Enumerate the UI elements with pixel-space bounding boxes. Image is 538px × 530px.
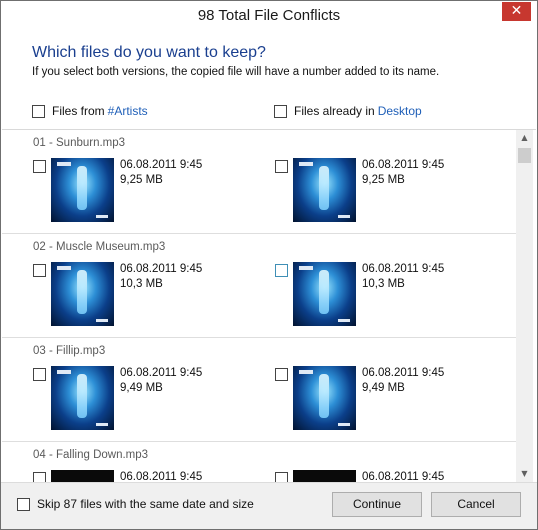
file-name: 02 - Muscle Museum.mp3 [33,241,166,253]
file-date: 06.08.2011 9:45 [120,263,203,275]
keep-destination-checkbox[interactable] [275,160,288,173]
conflict-item: 03 - Fillip.mp3 06.08.2011 9:45 9,49 MB … [2,338,516,442]
chevron-down-icon[interactable]: ▼ [516,466,533,482]
select-all-source-checkbox[interactable] [32,104,45,118]
conflict-item: 04 - Falling Down.mp3 06.08.2011 9:45 06… [2,442,516,482]
vertical-scrollbar[interactable]: ▲ ▼ [516,130,533,482]
select-all-destination[interactable]: Files already in Desktop [274,104,422,118]
keep-source-checkbox[interactable] [33,472,46,482]
file-name: 01 - Sunburn.mp3 [33,137,126,149]
file-date: 06.08.2011 9:45 [120,159,203,171]
dialog-question: Which files do you want to keep? [32,44,266,61]
scrollbar-thumb[interactable] [518,148,531,163]
file-date: 06.08.2011 9:45 [362,367,445,379]
source-version[interactable]: 06.08.2011 9:45 [33,470,273,482]
album-art-thumbnail [51,262,114,326]
album-art-thumbnail [51,470,114,482]
title-bar: 98 Total File Conflicts ✕ [1,1,537,32]
continue-button[interactable]: Continue [332,492,422,517]
album-art-thumbnail [293,470,356,482]
keep-destination-checkbox[interactable] [275,264,288,277]
source-folder-link[interactable]: #Artists [108,104,148,118]
keep-source-checkbox[interactable] [33,264,46,277]
close-icon: ✕ [510,3,523,19]
skip-identical-label: Skip 87 files with the same date and siz… [37,497,254,511]
file-date: 06.08.2011 9:45 [362,471,445,482]
source-version[interactable]: 06.08.2011 9:45 9,49 MB [33,366,273,432]
file-size: 9,49 MB [362,382,405,394]
file-size: 9,25 MB [120,174,163,186]
skip-identical-checkbox[interactable] [17,497,30,511]
conflict-list: 01 - Sunburn.mp3 06.08.2011 9:45 9,25 MB… [2,130,516,482]
file-date: 06.08.2011 9:45 [362,159,445,171]
window-title: 98 Total File Conflicts [197,7,341,24]
keep-source-checkbox[interactable] [33,160,46,173]
album-art-thumbnail [51,158,114,222]
chevron-up-icon[interactable]: ▲ [516,130,533,146]
file-date: 06.08.2011 9:45 [362,263,445,275]
file-date: 06.08.2011 9:45 [120,367,203,379]
cancel-button[interactable]: Cancel [431,492,521,517]
source-version[interactable]: 06.08.2011 9:45 10,3 MB [33,262,273,328]
dialog-subtext: If you select both versions, the copied … [32,66,440,78]
destination-version[interactable]: 06.08.2011 9:45 [275,470,515,482]
album-art-thumbnail [51,366,114,430]
source-version[interactable]: 06.08.2011 9:45 9,25 MB [33,158,273,224]
destination-version[interactable]: 06.08.2011 9:45 9,49 MB [275,366,515,432]
album-art-thumbnail [293,158,356,222]
file-size: 9,25 MB [362,174,405,186]
file-name: 04 - Falling Down.mp3 [33,449,149,461]
keep-destination-checkbox[interactable] [275,368,288,381]
album-art-thumbnail [293,366,356,430]
destination-version[interactable]: 06.08.2011 9:45 9,25 MB [275,158,515,224]
skip-identical-option[interactable]: Skip 87 files with the same date and siz… [17,497,254,511]
keep-destination-checkbox[interactable] [275,472,288,482]
destination-folder-link[interactable]: Desktop [378,104,422,118]
file-name: 03 - Fillip.mp3 [33,345,106,357]
conflict-item: 01 - Sunburn.mp3 06.08.2011 9:45 9,25 MB… [2,130,516,234]
file-size: 10,3 MB [362,278,405,290]
file-size: 9,49 MB [120,382,163,394]
destination-version[interactable]: 06.08.2011 9:45 10,3 MB [275,262,515,328]
album-art-thumbnail [293,262,356,326]
keep-source-checkbox[interactable] [33,368,46,381]
select-all-destination-checkbox[interactable] [274,104,287,118]
source-column-label: Files from [52,104,105,118]
select-all-source[interactable]: Files from #Artists [32,104,148,118]
dialog-footer: Skip 87 files with the same date and siz… [1,482,537,529]
conflict-item: 02 - Muscle Museum.mp3 06.08.2011 9:45 1… [2,234,516,338]
file-date: 06.08.2011 9:45 [120,471,203,482]
close-button[interactable]: ✕ [502,2,531,21]
file-size: 10,3 MB [120,278,163,290]
dialog-header: Which files do you want to keep? If you … [1,32,537,130]
file-conflicts-dialog: 98 Total File Conflicts ✕ Which files do… [0,0,538,530]
destination-column-label: Files already in [294,104,375,118]
